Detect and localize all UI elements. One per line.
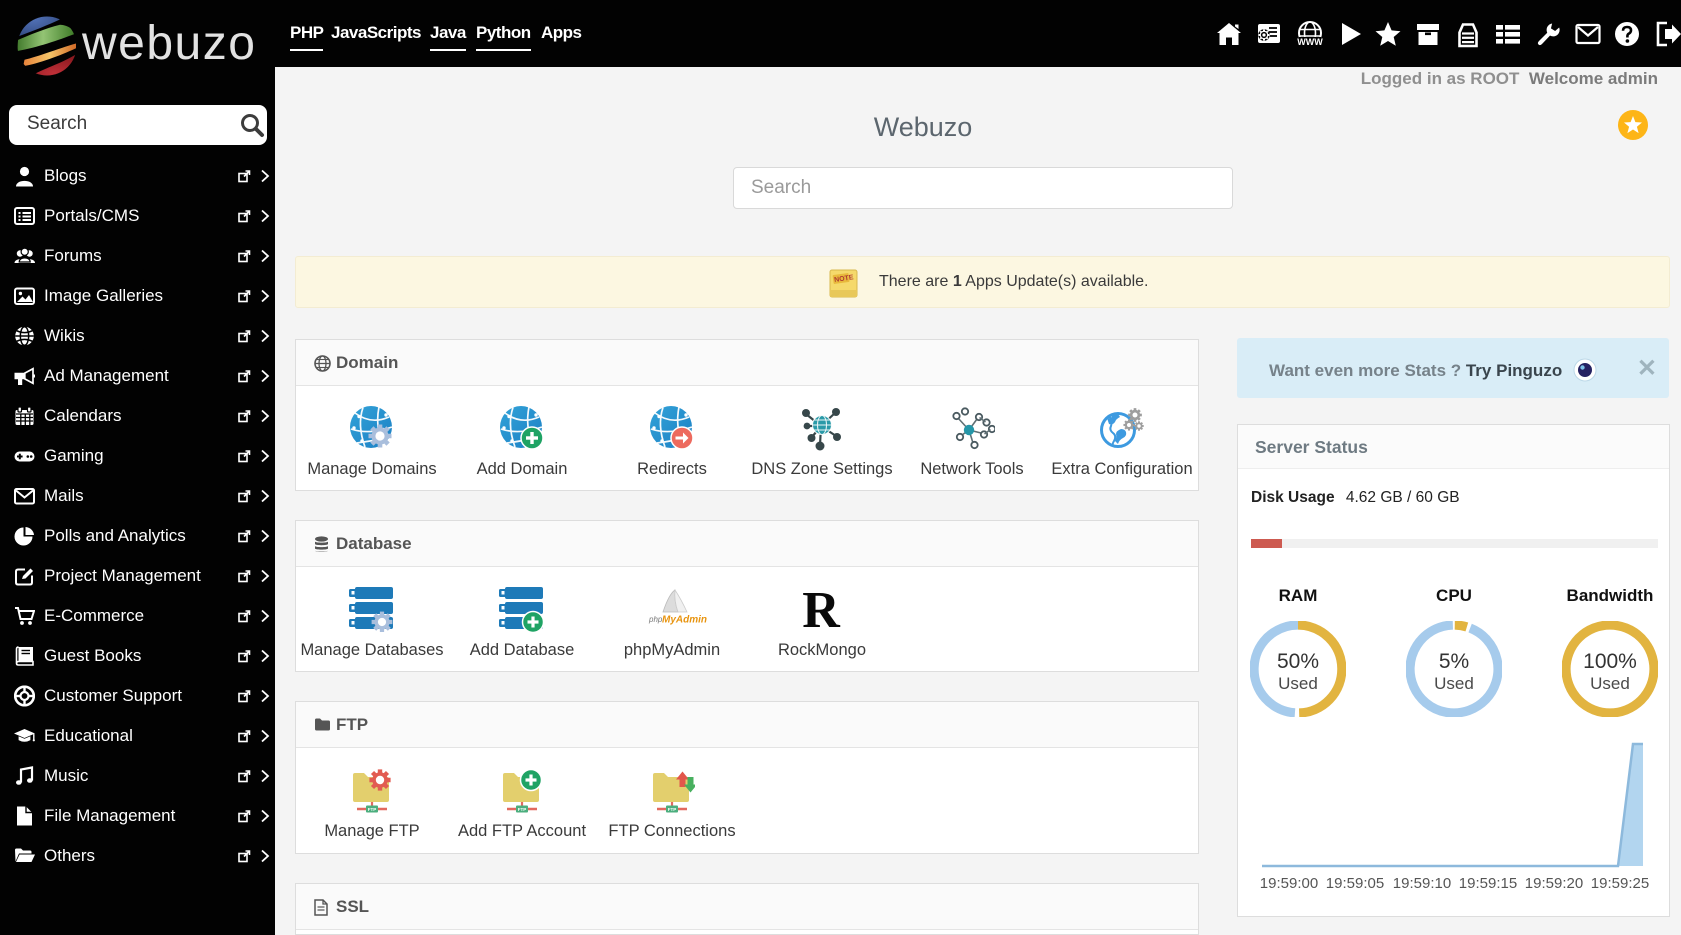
- svg-text:R: R: [802, 586, 841, 632]
- svg-text:WWW: WWW: [1297, 37, 1323, 47]
- svg-text:php: php: [648, 615, 663, 624]
- svg-text:FTP: FTP: [668, 807, 677, 812]
- svg-text:MyAdmin: MyAdmin: [662, 615, 707, 626]
- svg-text:FTP: FTP: [368, 807, 377, 812]
- svg-text:FTP: FTP: [518, 807, 527, 812]
